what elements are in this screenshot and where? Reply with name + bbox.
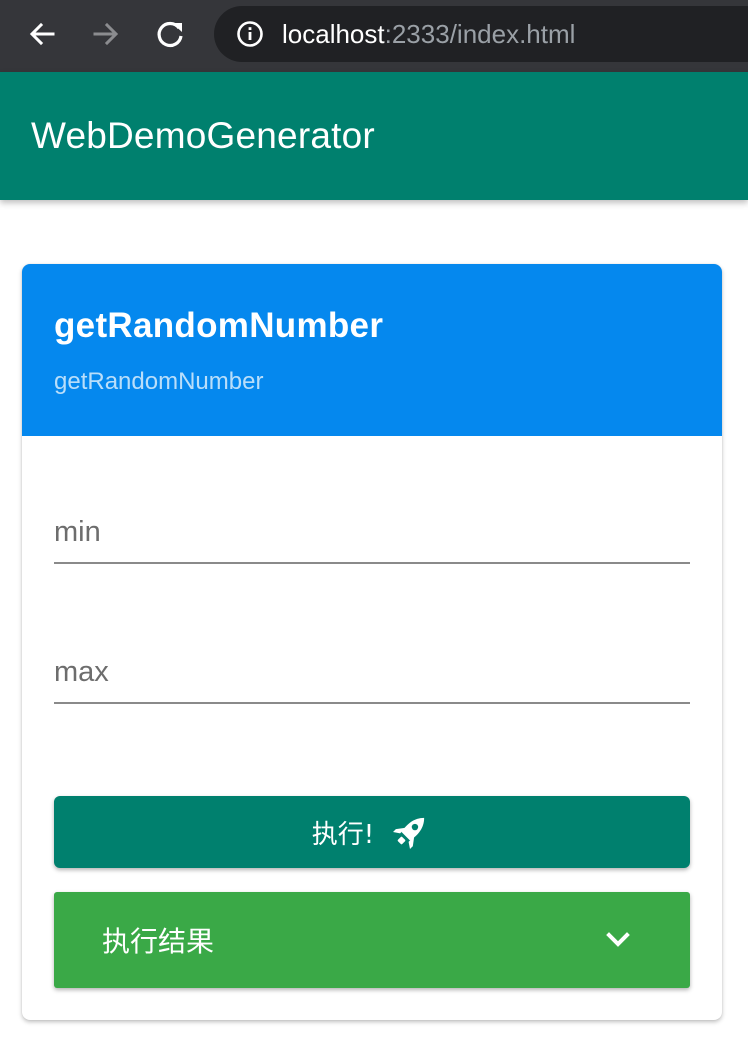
run-button[interactable]: 执行! xyxy=(54,796,690,868)
card-subtitle: getRandomNumber xyxy=(54,368,264,395)
app-title: WebDemoGenerator xyxy=(31,115,375,156)
browser-toolbar: localhost:2333/index.html xyxy=(0,0,748,72)
address-bar[interactable]: localhost:2333/index.html xyxy=(214,6,748,62)
url-path: :2333/index.html xyxy=(384,18,576,49)
min-input[interactable] xyxy=(54,510,690,554)
url-text: localhost:2333/index.html xyxy=(282,19,575,50)
app-bar: WebDemoGenerator xyxy=(0,72,748,200)
rocket-icon xyxy=(388,810,432,854)
min-field xyxy=(54,502,690,564)
url-host: localhost xyxy=(282,18,385,49)
max-input[interactable] xyxy=(54,650,690,694)
reload-button[interactable] xyxy=(150,14,190,54)
result-panel-label: 执行结果 xyxy=(102,925,215,958)
function-card: getRandomNumber getRandomNumber 执行! 执行结果 xyxy=(22,264,722,1020)
run-button-label: 执行! xyxy=(311,819,375,850)
max-field xyxy=(54,642,690,704)
arrow-left-icon xyxy=(29,22,55,46)
back-button[interactable] xyxy=(22,14,62,54)
forward-button[interactable] xyxy=(86,14,126,54)
info-icon[interactable] xyxy=(236,20,264,48)
chevron-down-icon xyxy=(602,924,634,956)
reload-icon xyxy=(157,21,183,48)
result-panel-header[interactable]: 执行结果 xyxy=(54,892,690,988)
card-header: getRandomNumber getRandomNumber xyxy=(22,264,722,436)
arrow-right-icon xyxy=(93,22,119,46)
card-title: getRandomNumber xyxy=(54,306,384,345)
